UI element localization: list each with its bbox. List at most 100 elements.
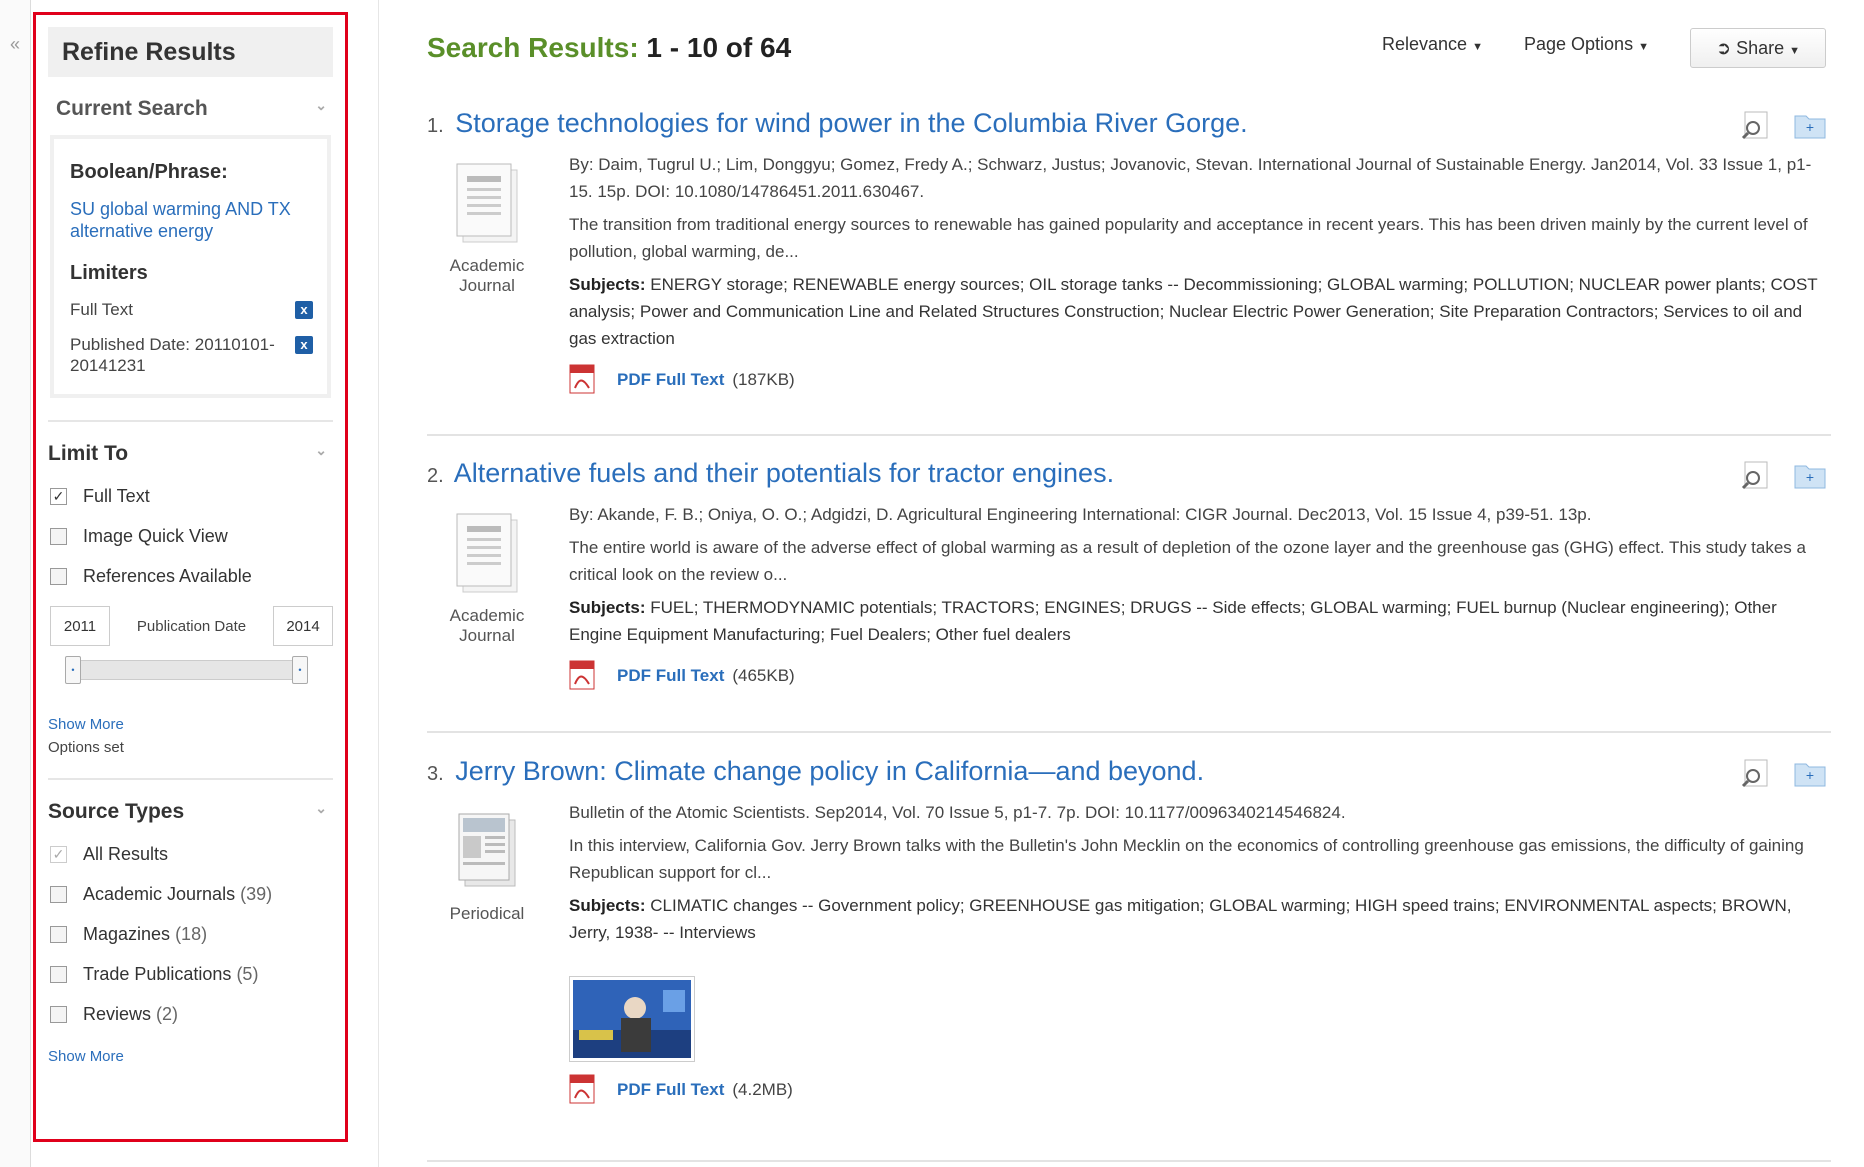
image-quick-view-thumbnail[interactable] bbox=[569, 976, 695, 1062]
subjects-label: Subjects: bbox=[569, 896, 646, 915]
option-count: (18) bbox=[175, 923, 208, 944]
date-range-slider[interactable]: • • bbox=[65, 656, 308, 684]
pdf-full-text-link[interactable]: PDF Full Text bbox=[617, 662, 724, 689]
subjects-label: Subjects: bbox=[569, 275, 646, 294]
current-search-box: Boolean/Phrase: SU global warming AND TX… bbox=[50, 135, 331, 398]
remove-limiter-icon[interactable]: x bbox=[295, 336, 313, 354]
subjects-text: CLIMATIC changes -- Government policy; G… bbox=[569, 896, 1792, 942]
boolean-phrase-label: Boolean/Phrase: bbox=[70, 161, 228, 183]
limit-image-quick-view-option[interactable]: Image Quick View bbox=[50, 516, 333, 556]
pdf-size: (4.2MB) bbox=[732, 1079, 793, 1099]
pdf-icon[interactable] bbox=[569, 1074, 595, 1104]
chevron-down-icon[interactable]: ⌄ bbox=[315, 800, 327, 817]
result-citation: Bulletin of the Atomic Scientists. Sep20… bbox=[569, 803, 1346, 822]
sidebar-collapse-strip[interactable]: « bbox=[0, 0, 31, 1167]
caret-down-icon: ▼ bbox=[1789, 45, 1801, 57]
pdf-full-text-row: PDF Full Text (187KB) bbox=[569, 364, 1831, 394]
page-options-menu[interactable]: Page Options ▼ bbox=[1524, 34, 1649, 55]
search-results-range: 1 - 10 of 64 bbox=[646, 32, 792, 63]
result-citation: By: Akande, F. B.; Oniya, O. O.; Adgidzi… bbox=[569, 505, 1592, 524]
slider-handle-end[interactable]: • bbox=[292, 656, 308, 684]
options-set-text: Options set bbox=[48, 739, 124, 756]
checkbox[interactable] bbox=[50, 925, 67, 943]
result-citation: By: Daim, Tugrul U.; Lim, Donggyu; Gomez… bbox=[569, 155, 1812, 201]
result-subjects: Subjects: CLIMATIC changes -- Government… bbox=[569, 892, 1831, 946]
search-terms-link[interactable]: SU global warming AND TX alternative ene… bbox=[70, 198, 313, 242]
document-type: Academic Journal bbox=[427, 158, 547, 296]
option-label: Magazines bbox=[83, 923, 171, 944]
date-to-input[interactable]: 2014 bbox=[273, 606, 333, 646]
preview-icon[interactable] bbox=[1739, 758, 1773, 788]
source-trade-publications-option[interactable]: Trade Publications (5) bbox=[50, 954, 333, 994]
chevron-down-icon[interactable]: ⌄ bbox=[315, 442, 327, 459]
pdf-full-text-link[interactable]: PDF Full Text bbox=[617, 366, 724, 393]
checkbox[interactable] bbox=[50, 965, 67, 983]
result-separator bbox=[427, 731, 1831, 733]
collapse-icon[interactable]: « bbox=[10, 34, 20, 55]
remove-limiter-icon[interactable]: x bbox=[295, 301, 313, 319]
option-label: Image Quick View bbox=[83, 525, 228, 546]
chevron-down-icon[interactable]: ⌄ bbox=[315, 97, 327, 114]
limiter-label: Full Text bbox=[70, 300, 133, 319]
add-to-folder-icon[interactable]: + bbox=[1793, 758, 1827, 788]
pdf-icon[interactable] bbox=[569, 364, 595, 394]
document-type-label: Academic Journal bbox=[449, 256, 525, 295]
result-item: 1. Storage technologies for wind power i… bbox=[427, 106, 1831, 394]
result-body: By: Daim, Tugrul U.; Lim, Donggyu; Gomez… bbox=[569, 151, 1831, 394]
add-to-folder-icon[interactable]: + bbox=[1793, 460, 1827, 490]
checkbox[interactable] bbox=[50, 527, 67, 545]
pdf-full-text-row: PDF Full Text (465KB) bbox=[569, 660, 1831, 690]
option-label: All Results bbox=[83, 843, 169, 864]
source-reviews-option[interactable]: Reviews (2) bbox=[50, 994, 333, 1034]
date-from-input[interactable]: 2011 bbox=[50, 606, 110, 646]
page-options-label: Page Options bbox=[1524, 34, 1634, 54]
result-index: 3. bbox=[427, 763, 444, 785]
limit-references-available-option[interactable]: References Available bbox=[50, 556, 333, 596]
svg-text:+: + bbox=[1806, 767, 1814, 783]
result-title: 2. Alternative fuels and their potential… bbox=[427, 456, 1831, 493]
result-item: 2. Alternative fuels and their potential… bbox=[427, 456, 1831, 690]
share-button[interactable]: ➲ Share ▼ bbox=[1690, 28, 1826, 68]
source-all-results-option[interactable]: ✓ All Results bbox=[50, 834, 333, 874]
option-label: Trade Publications bbox=[83, 963, 232, 984]
share-arrow-icon: ➲ bbox=[1715, 38, 1732, 58]
source-magazines-option[interactable]: Magazines (18) bbox=[50, 914, 333, 954]
checkbox[interactable] bbox=[50, 885, 67, 903]
limit-full-text-option[interactable]: ✓ Full Text bbox=[50, 476, 333, 516]
current-search-heading[interactable]: Current Search ⌄ bbox=[48, 77, 333, 131]
result-title-link[interactable]: Jerry Brown: Climate change policy in Ca… bbox=[455, 756, 1204, 786]
pdf-icon[interactable] bbox=[569, 660, 595, 690]
slider-handle-start[interactable]: • bbox=[65, 656, 81, 684]
source-types-heading[interactable]: Source Types ⌄ bbox=[48, 780, 333, 834]
checkbox[interactable] bbox=[50, 567, 67, 585]
checkbox-checked[interactable]: ✓ bbox=[50, 487, 67, 505]
limit-to-heading[interactable]: Limit To ⌄ bbox=[48, 422, 333, 476]
pdf-full-text-link[interactable]: PDF Full Text bbox=[617, 1076, 724, 1103]
relevance-label: Relevance bbox=[1382, 34, 1468, 54]
result-separator bbox=[427, 434, 1831, 436]
subjects-text: FUEL; THERMODYNAMIC potentials; TRACTORS… bbox=[569, 598, 1777, 644]
checkbox-checked[interactable]: ✓ bbox=[50, 845, 67, 863]
source-types-show-more-link[interactable]: Show More bbox=[48, 1048, 333, 1065]
preview-icon[interactable] bbox=[1739, 110, 1773, 140]
option-label: References Available bbox=[83, 565, 252, 586]
checkbox[interactable] bbox=[50, 1005, 67, 1023]
limiter-label: Published Date: 20110101-20141231 bbox=[70, 335, 275, 375]
limit-to-show-more-link[interactable]: Show More bbox=[48, 716, 333, 733]
academic-journal-icon bbox=[456, 513, 518, 593]
document-type: Academic Journal bbox=[427, 508, 547, 646]
result-item: 3. Jerry Brown: Climate change policy in… bbox=[427, 754, 1831, 1104]
add-to-folder-icon[interactable]: + bbox=[1793, 110, 1827, 140]
preview-icon[interactable] bbox=[1739, 460, 1773, 490]
result-actions: + bbox=[1739, 460, 1827, 490]
result-title: 1. Storage technologies for wind power i… bbox=[427, 106, 1831, 143]
relevance-sort-menu[interactable]: Relevance ▼ bbox=[1382, 34, 1483, 55]
refine-results-title: Refine Results bbox=[48, 27, 333, 77]
refine-results-panel: Refine Results Current Search ⌄ Boolean/… bbox=[33, 12, 348, 1142]
limiter-published-date: Published Date: 20110101-20141231 x bbox=[70, 334, 313, 376]
share-label: Share bbox=[1736, 38, 1785, 58]
result-title-link[interactable]: Alternative fuels and their potentials f… bbox=[454, 458, 1114, 488]
periodical-icon bbox=[458, 813, 516, 887]
source-academic-journals-option[interactable]: Academic Journals (39) bbox=[50, 874, 333, 914]
result-title-link[interactable]: Storage technologies for wind power in t… bbox=[455, 108, 1247, 138]
